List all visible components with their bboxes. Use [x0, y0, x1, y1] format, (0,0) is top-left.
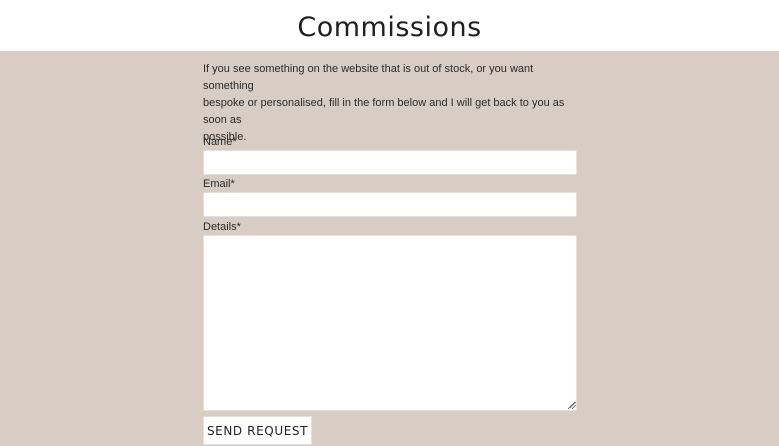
send-request-button[interactable]: SEND REQUEST: [203, 416, 312, 445]
page-title: Commissions: [297, 12, 482, 43]
commission-section: If you see something on the website that…: [0, 51, 779, 446]
intro-line-2: bespoke or personalised, fill in the for…: [203, 97, 565, 126]
name-label: Name*: [203, 136, 237, 148]
details-label: Details*: [203, 221, 241, 233]
page-header: Commissions: [0, 0, 779, 51]
name-field[interactable]: [203, 150, 577, 175]
email-field[interactable]: [203, 192, 577, 217]
details-textarea[interactable]: [203, 235, 577, 411]
email-label: Email*: [203, 178, 235, 190]
commission-form: If you see something on the website that…: [203, 61, 579, 445]
intro-text: If you see something on the website that…: [203, 61, 579, 146]
intro-line-1: If you see something on the website that…: [203, 63, 534, 92]
